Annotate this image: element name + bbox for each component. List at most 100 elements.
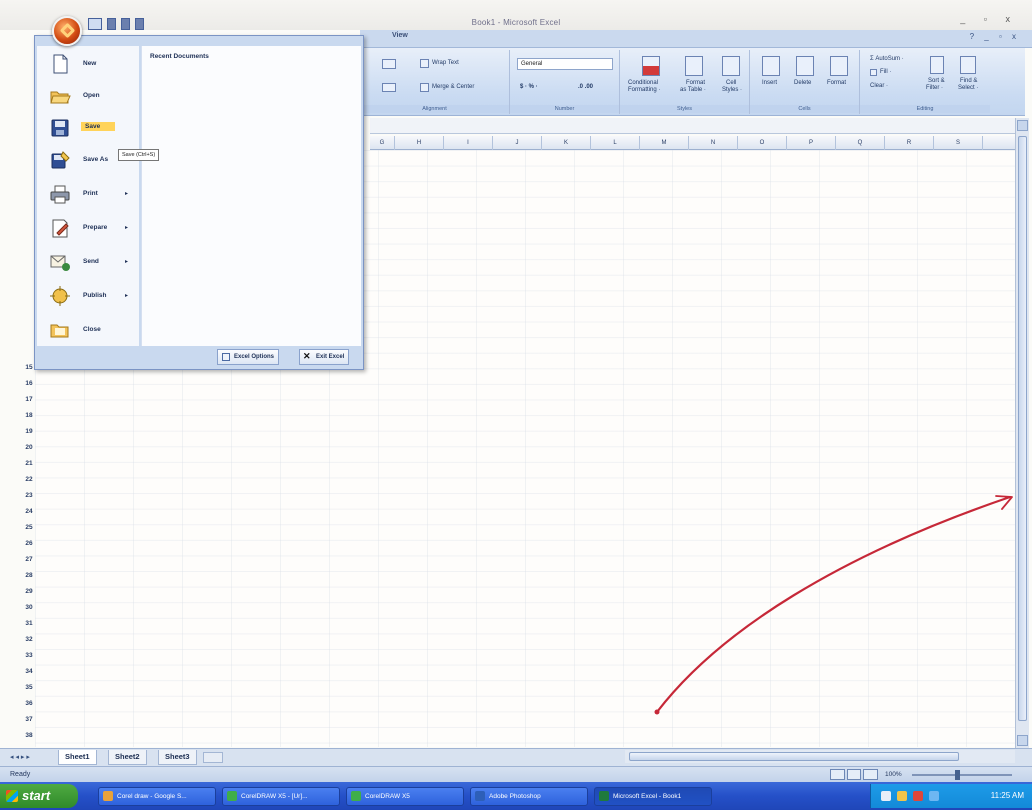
- menu-item-close[interactable]: Close: [43, 316, 135, 344]
- security-icon[interactable]: [913, 791, 923, 801]
- column-header[interactable]: J: [493, 136, 542, 150]
- row-header[interactable]: 33: [22, 652, 36, 659]
- format-as-table-button[interactable]: Format: [686, 80, 705, 86]
- column-header[interactable]: N: [689, 136, 738, 150]
- column-header[interactable]: O: [738, 136, 787, 150]
- row-header[interactable]: 25: [22, 524, 36, 531]
- column-header[interactable]: H: [395, 136, 444, 150]
- window-controls[interactable]: _ ▫ x: [960, 14, 1018, 24]
- row-header[interactable]: 17: [22, 396, 36, 403]
- currency-percent-buttons[interactable]: $ · % ·: [520, 84, 538, 90]
- menu-item-open[interactable]: Open: [43, 82, 135, 110]
- sort-filter-button[interactable]: Sort &: [928, 78, 945, 84]
- row-header[interactable]: 34: [22, 668, 36, 675]
- row-header[interactable]: 28: [22, 572, 36, 579]
- taskbar-item-chrome[interactable]: Corel draw - Google S...: [98, 787, 216, 806]
- row-header[interactable]: 19: [22, 428, 36, 435]
- taskbar-item-photoshop[interactable]: Adobe Photoshop: [470, 787, 588, 806]
- clock[interactable]: 11:25 AM: [991, 791, 1024, 800]
- column-header[interactable]: G: [370, 136, 395, 150]
- fill-button[interactable]: Fill ·: [880, 69, 891, 75]
- row-header[interactable]: 18: [22, 412, 36, 419]
- sheet-tab-sheet2[interactable]: Sheet2: [108, 750, 147, 765]
- sheet-tab-sheet1[interactable]: Sheet1: [58, 750, 97, 765]
- menu-item-send[interactable]: Send ▸: [43, 248, 135, 276]
- conditional-formatting-button-line2[interactable]: Formatting ·: [628, 87, 660, 93]
- column-header[interactable]: R: [885, 136, 934, 150]
- row-header[interactable]: 38: [22, 732, 36, 739]
- page-layout-view-icon[interactable]: [846, 769, 862, 780]
- clear-button[interactable]: Clear ·: [870, 83, 888, 89]
- wrap-text-button[interactable]: Wrap Text: [432, 60, 459, 66]
- scroll-down-button[interactable]: [1017, 735, 1028, 746]
- format-as-table-button-line2[interactable]: as Table ·: [680, 87, 706, 93]
- find-select-button-line2[interactable]: Select ·: [958, 85, 978, 91]
- language-icon[interactable]: [929, 791, 939, 801]
- orientation-icon[interactable]: [382, 59, 396, 69]
- sheet-tab-sheet3[interactable]: Sheet3: [158, 750, 197, 765]
- normal-view-icon[interactable]: [830, 769, 845, 780]
- horizontal-scrollbar[interactable]: [625, 750, 1015, 763]
- sort-filter-button-line2[interactable]: Filter ·: [926, 85, 943, 91]
- office-button[interactable]: [52, 16, 82, 46]
- start-button[interactable]: start: [0, 784, 78, 808]
- exit-excel-button[interactable]: ✕ Exit Excel: [299, 349, 350, 365]
- row-header[interactable]: 20: [22, 444, 36, 451]
- column-header[interactable]: I: [444, 136, 493, 150]
- network-icon[interactable]: [881, 791, 891, 801]
- format-cells-button[interactable]: Format: [827, 80, 846, 86]
- merge-center-button[interactable]: Merge & Center: [432, 84, 474, 90]
- row-header[interactable]: 31: [22, 620, 36, 627]
- vertical-scrollbar[interactable]: [1015, 118, 1029, 748]
- help-controls[interactable]: ? _ ▫ x: [970, 32, 1020, 41]
- row-header[interactable]: 23: [22, 492, 36, 499]
- formula-bar[interactable]: [370, 118, 1015, 134]
- volume-icon[interactable]: [897, 791, 907, 801]
- row-header[interactable]: 26: [22, 540, 36, 547]
- indent-icon[interactable]: [382, 83, 396, 92]
- row-header[interactable]: 27: [22, 556, 36, 563]
- row-header[interactable]: 21: [22, 460, 36, 467]
- vertical-scroll-thumb[interactable]: [1018, 136, 1027, 721]
- menu-item-save[interactable]: Save: [43, 114, 135, 142]
- conditional-formatting-button[interactable]: Conditional: [628, 80, 658, 86]
- row-header[interactable]: 30: [22, 604, 36, 611]
- autosum-button[interactable]: Σ AutoSum ·: [870, 56, 904, 62]
- zoom-level[interactable]: 100%: [885, 771, 902, 778]
- column-header[interactable]: Q: [836, 136, 885, 150]
- insert-cells-button[interactable]: Insert: [762, 80, 777, 86]
- row-header[interactable]: 22: [22, 476, 36, 483]
- row-header[interactable]: 35: [22, 684, 36, 691]
- horizontal-scroll-thumb[interactable]: [629, 752, 959, 761]
- row-header[interactable]: 16: [22, 380, 36, 387]
- cell-styles-button[interactable]: Cell: [726, 80, 736, 86]
- menu-item-print[interactable]: Print ▸: [43, 180, 135, 208]
- zoom-slider[interactable]: [912, 774, 1012, 776]
- insert-sheet-icon[interactable]: [203, 752, 223, 763]
- row-header[interactable]: 37: [22, 716, 36, 723]
- menu-item-publish[interactable]: Publish ▸: [43, 282, 135, 310]
- taskbar-item-coreldraw-doc[interactable]: CorelDRAW X5 - [Ur]...: [222, 787, 340, 806]
- column-header[interactable]: L: [591, 136, 640, 150]
- taskbar-item-excel[interactable]: Microsoft Excel - Book1: [594, 787, 712, 806]
- tab-view[interactable]: View: [392, 32, 408, 39]
- excel-options-button[interactable]: Excel Options: [217, 349, 280, 365]
- column-header[interactable]: M: [640, 136, 689, 150]
- row-header[interactable]: 36: [22, 700, 36, 707]
- taskbar-item-coreldraw[interactable]: CorelDRAW X5: [346, 787, 464, 806]
- menu-item-prepare[interactable]: Prepare ▸: [43, 214, 135, 242]
- scroll-up-button[interactable]: [1017, 120, 1028, 131]
- sheet-nav-buttons[interactable]: ◂ ◂ ▸ ▸: [10, 753, 30, 761]
- column-header[interactable]: P: [787, 136, 836, 150]
- column-header[interactable]: S: [934, 136, 983, 150]
- row-header[interactable]: 24: [22, 508, 36, 515]
- page-break-view-icon[interactable]: [863, 769, 879, 780]
- cell-styles-button-line2[interactable]: Styles ·: [722, 87, 742, 93]
- row-header[interactable]: 29: [22, 588, 36, 595]
- column-header[interactable]: K: [542, 136, 591, 150]
- number-format-select[interactable]: General: [517, 58, 613, 70]
- row-header[interactable]: 32: [22, 636, 36, 643]
- zoom-slider-handle[interactable]: [955, 770, 960, 780]
- find-select-button[interactable]: Find &: [960, 78, 977, 84]
- menu-item-new[interactable]: New: [43, 50, 135, 78]
